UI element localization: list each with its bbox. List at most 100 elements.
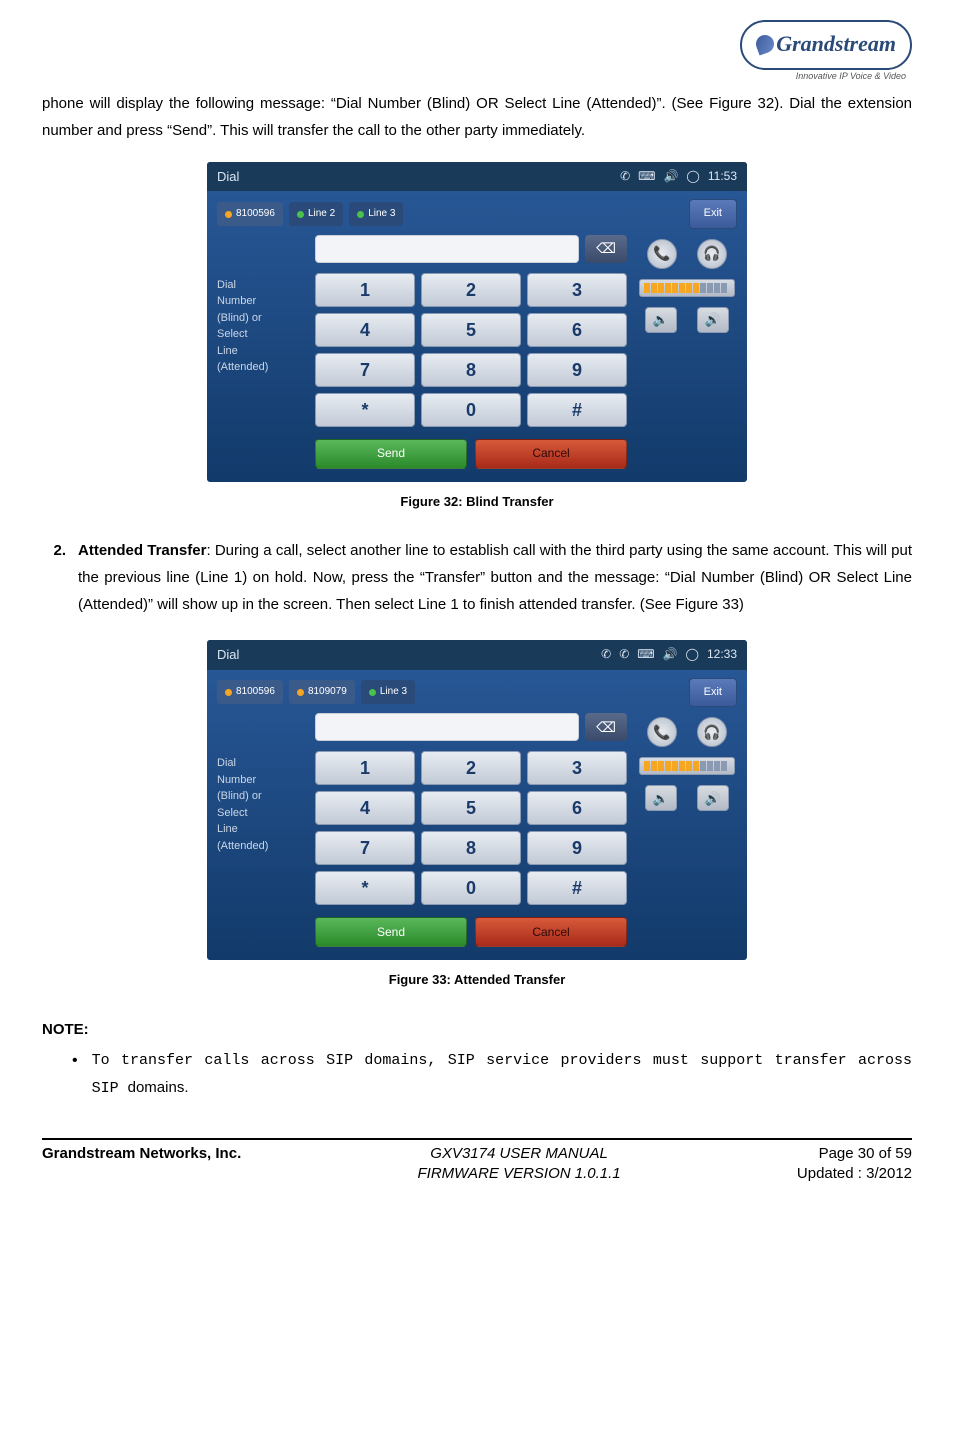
dial-input[interactable] (315, 235, 579, 263)
backspace-button[interactable]: ⌫ (585, 713, 627, 741)
speaker-down-button[interactable]: 🔈 (645, 785, 677, 811)
note-item: • To transfer calls across SIP domains, … (72, 1047, 912, 1102)
speaker-up-button[interactable]: 🔊 (697, 307, 729, 333)
exit-button[interactable]: Exit (689, 678, 737, 708)
key-hash[interactable]: # (527, 393, 627, 427)
footer-manual: GXV3174 USER MANUAL (418, 1144, 621, 1164)
intro-paragraph: phone will display the following message… (42, 90, 912, 144)
headset-button[interactable]: 🎧 (697, 239, 727, 269)
key-star[interactable]: * (315, 871, 415, 905)
list-body: Attended Transfer: During a call, select… (78, 537, 912, 618)
headset-button[interactable]: 🎧 (697, 717, 727, 747)
key-6[interactable]: 6 (527, 313, 627, 347)
key-0[interactable]: 0 (421, 871, 521, 905)
dial-input[interactable] (315, 713, 579, 741)
figure-33-screenshot: Dial ✆ ✆ ⌨ 🔊 ◯ 12:33 8100596 8109079 Lin… (207, 640, 747, 960)
line-1-tab[interactable]: 8100596 (217, 202, 283, 226)
backspace-icon: ⌫ (596, 715, 616, 740)
logo-text: Grandstream (776, 31, 896, 56)
send-button[interactable]: Send (315, 917, 467, 947)
list-item-2: 2. Attended Transfer: During a call, sel… (42, 537, 912, 618)
key-3[interactable]: 3 (527, 751, 627, 785)
key-2[interactable]: 2 (421, 751, 521, 785)
key-2[interactable]: 2 (421, 273, 521, 307)
line-1-tab[interactable]: 8100596 (217, 680, 283, 704)
audio-redial-button[interactable]: 📞 (647, 717, 677, 747)
speaker-down-button[interactable]: 🔈 (645, 307, 677, 333)
line-3-tab[interactable]: Line 3 (349, 202, 403, 226)
line-2-tab[interactable]: 8109079 (289, 680, 355, 704)
headset-icon: 🎧 (703, 720, 720, 745)
key-4[interactable]: 4 (315, 313, 415, 347)
key-8[interactable]: 8 (421, 353, 521, 387)
key-5[interactable]: 5 (421, 313, 521, 347)
footer-center: GXV3174 USER MANUAL FIRMWARE VERSION 1.0… (418, 1144, 621, 1185)
key-8[interactable]: 8 (421, 831, 521, 865)
key-9[interactable]: 9 (527, 831, 627, 865)
key-1[interactable]: 1 (315, 273, 415, 307)
dial-keypad: 1 2 3 4 5 6 7 8 9 * 0 # (315, 751, 627, 905)
line-tabs-row: 8100596 8109079 Line 3 Exit (207, 670, 747, 714)
status-dot-icon (225, 689, 232, 696)
speaker-icon: 🔈 (653, 787, 669, 810)
logo-tagline: Innovative IP Voice & Video (42, 68, 906, 84)
audio-redial-button[interactable]: 📞 (647, 239, 677, 269)
bullet-icon: • (72, 1047, 78, 1102)
key-0[interactable]: 0 (421, 393, 521, 427)
volume-icon: 🔊 (663, 166, 678, 188)
figure-32-screenshot: Dial ✆ ⌨ 🔊 ◯ 11:53 8100596 Line 2 Line 3… (207, 162, 747, 482)
note-heading: NOTE: (42, 1016, 912, 1043)
line-2-tab[interactable]: Line 2 (289, 202, 343, 226)
line-3-tab[interactable]: Line 3 (361, 680, 415, 704)
key-hash[interactable]: # (527, 871, 627, 905)
key-7[interactable]: 7 (315, 831, 415, 865)
dial-title: Dial (217, 643, 239, 666)
dial-keypad: 1 2 3 4 5 6 7 8 9 * 0 # (315, 273, 627, 427)
status-dot-icon (369, 689, 376, 696)
keyboard-icon: ⌨ (637, 644, 654, 666)
key-star[interactable]: * (315, 393, 415, 427)
key-9[interactable]: 9 (527, 353, 627, 387)
status-dot-icon (297, 211, 304, 218)
figure-32-caption: Figure 32: Blind Transfer (42, 490, 912, 513)
dial-instruction-text: Dial Number (Blind) or Select Line (Atte… (217, 235, 305, 461)
volume-icon: 🔊 (663, 644, 678, 666)
footer-updated: Updated : 3/2012 (797, 1164, 912, 1184)
send-button[interactable]: Send (315, 439, 467, 469)
footer-firmware: FIRMWARE VERSION 1.0.1.1 (418, 1164, 621, 1184)
dial-titlebar: Dial ✆ ✆ ⌨ 🔊 ◯ 12:33 (207, 640, 747, 669)
attended-transfer-label: Attended Transfer (78, 542, 206, 559)
volume-indicator[interactable] (639, 279, 735, 297)
volume-indicator[interactable] (639, 757, 735, 775)
key-5[interactable]: 5 (421, 791, 521, 825)
key-3[interactable]: 3 (527, 273, 627, 307)
speaker-icon: 🔈 (653, 308, 669, 331)
handset-icon: 📞 (653, 720, 670, 745)
keyboard-icon: ⌨ (638, 166, 655, 188)
brand-logo: Grandstream (740, 20, 912, 70)
key-4[interactable]: 4 (315, 791, 415, 825)
note-list: • To transfer calls across SIP domains, … (72, 1047, 912, 1102)
speaker-up-button[interactable]: 🔊 (697, 785, 729, 811)
speaker-loud-icon: 🔊 (705, 787, 721, 810)
footer-page: Page 30 of 59 (797, 1144, 912, 1164)
figure-33-caption: Figure 33: Attended Transfer (42, 968, 912, 991)
cancel-button[interactable]: Cancel (475, 917, 627, 947)
key-1[interactable]: 1 (315, 751, 415, 785)
exit-button[interactable]: Exit (689, 199, 737, 229)
cancel-button[interactable]: Cancel (475, 439, 627, 469)
headset-icon: 🎧 (703, 241, 720, 266)
key-6[interactable]: 6 (527, 791, 627, 825)
footer-rule (42, 1138, 912, 1140)
backspace-button[interactable]: ⌫ (585, 235, 627, 263)
backspace-icon: ⌫ (596, 236, 616, 261)
clock-time: 11:53 (708, 166, 737, 188)
list-number: 2. (42, 537, 66, 618)
line-tabs-row: 8100596 Line 2 Line 3 Exit (207, 191, 747, 235)
speaker-loud-icon: 🔊 (705, 308, 721, 331)
header-logo-area: Grandstream Innovative IP Voice & Video (42, 20, 912, 84)
phone-icon: ✆ (601, 644, 611, 666)
note-text: To transfer calls across SIP domains, SI… (92, 1047, 912, 1102)
footer-company: Grandstream Networks, Inc. (42, 1144, 241, 1185)
key-7[interactable]: 7 (315, 353, 415, 387)
